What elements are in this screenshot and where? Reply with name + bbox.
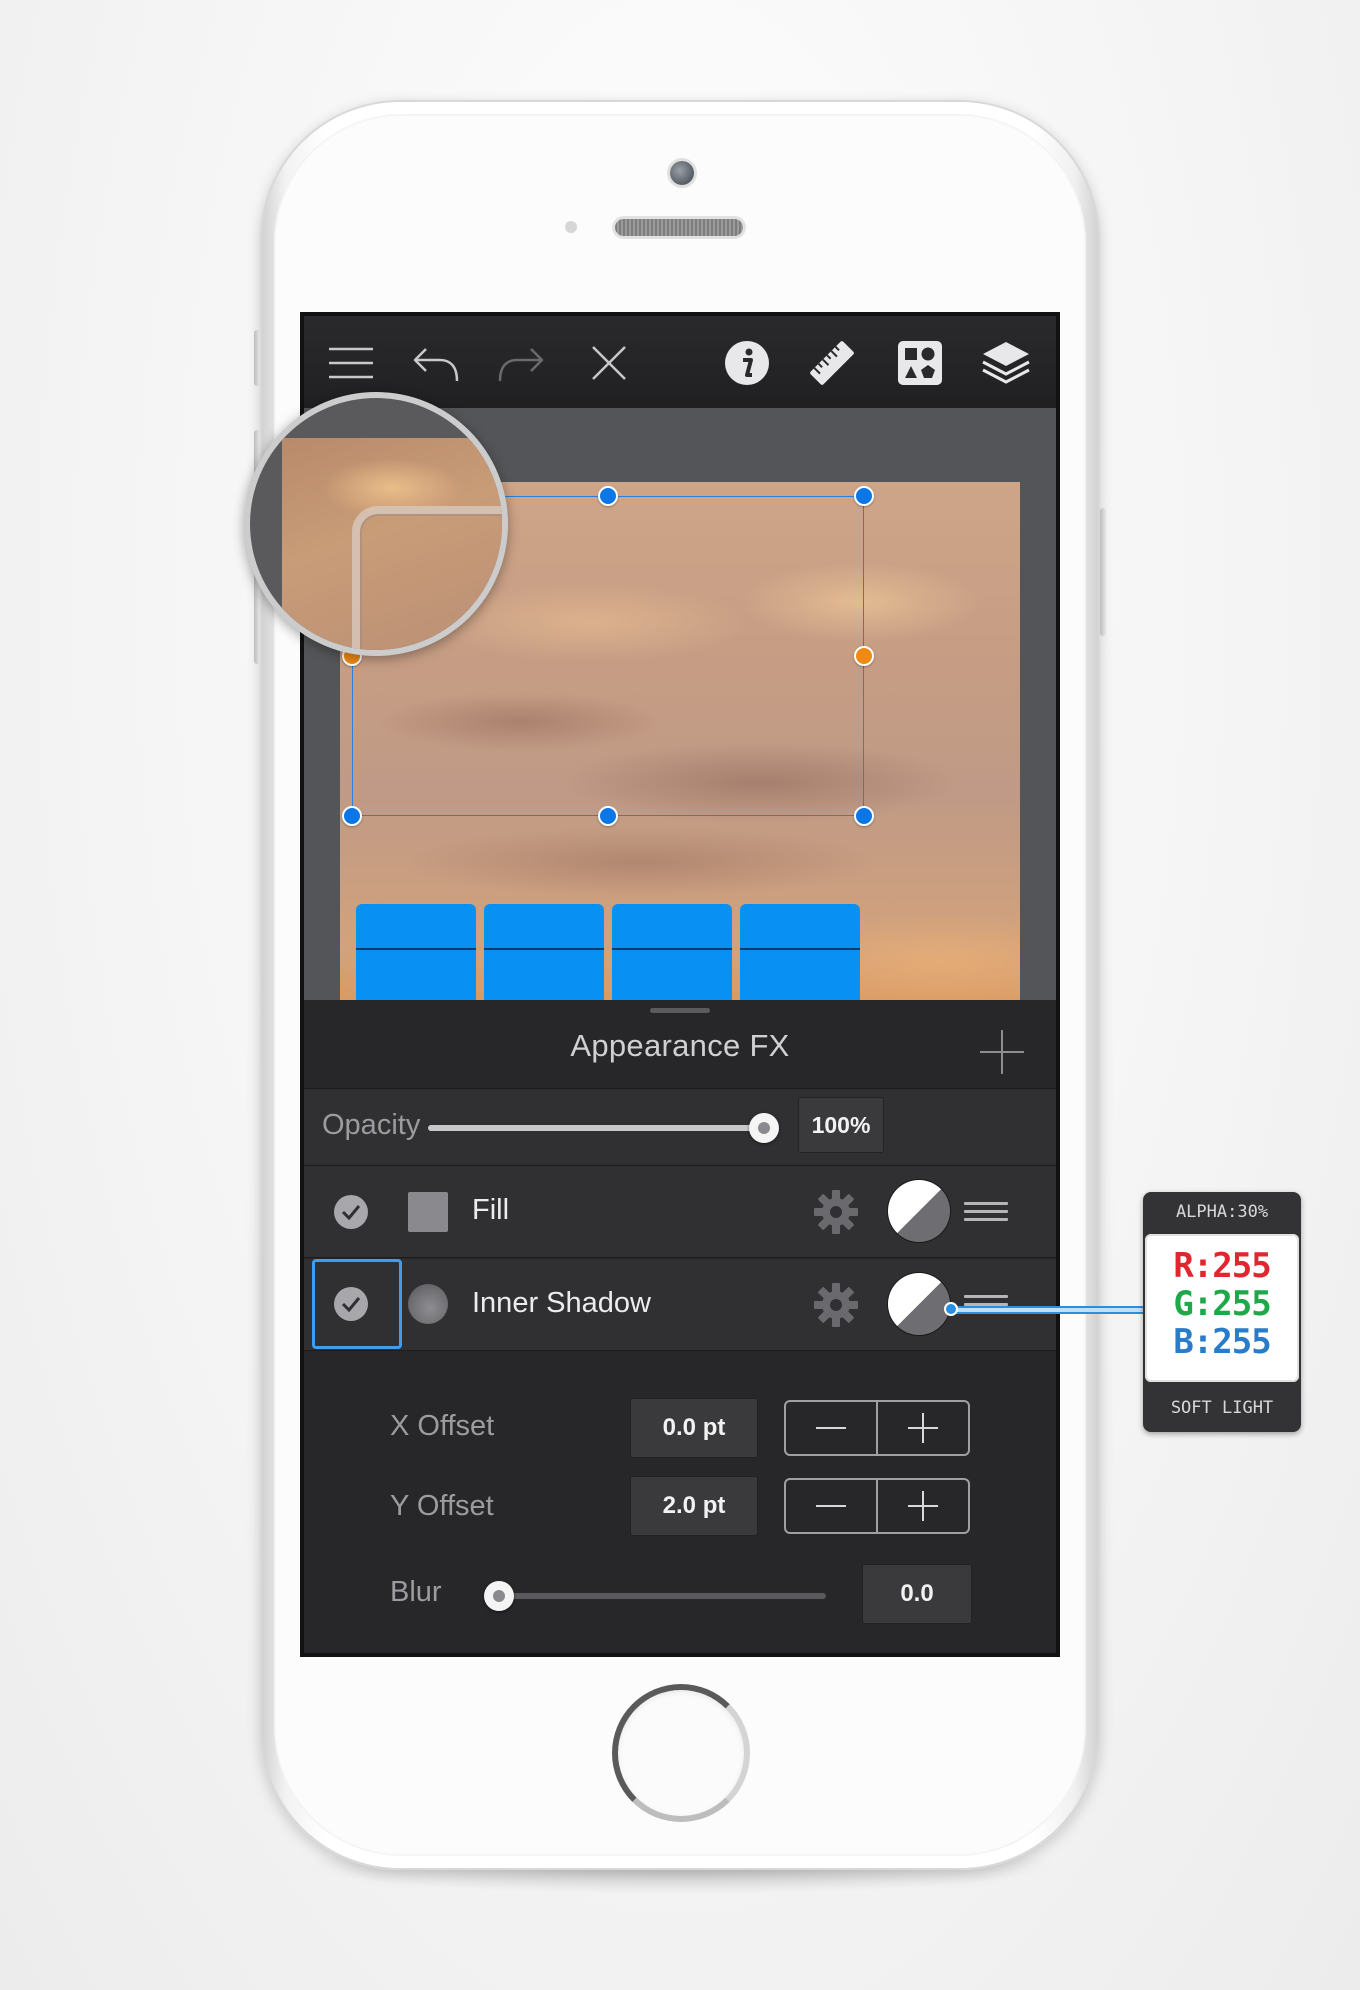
inner-shadow-swatch[interactable] [408, 1284, 448, 1324]
panel-grabber[interactable] [650, 1008, 710, 1013]
power-button [1100, 508, 1106, 636]
blue-button-shape[interactable] [484, 904, 604, 1000]
callout-red-value: R:255 [1173, 1246, 1271, 1286]
blur-label: Blur [390, 1576, 442, 1608]
blue-button-shape[interactable] [356, 904, 476, 1000]
x-offset-label: X Offset [390, 1410, 495, 1442]
front-camera [670, 161, 694, 185]
callout-blend-mode: SOFT LIGHT [1170, 1398, 1274, 1418]
top-toolbar [304, 316, 1056, 408]
callout-alpha: ALPHA:30% [1175, 1202, 1269, 1222]
blue-button-shape[interactable] [612, 904, 732, 1000]
x-offset-increment-button[interactable] [878, 1402, 968, 1454]
mute-switch [254, 330, 260, 386]
opacity-slider-knob[interactable] [749, 1113, 779, 1143]
corner-radius-handle-right[interactable] [854, 646, 874, 666]
fill-blend-mode-icon[interactable] [888, 1180, 950, 1242]
close-icon[interactable] [584, 338, 634, 388]
gear-icon[interactable] [812, 1281, 860, 1329]
ruler-icon[interactable] [807, 338, 857, 388]
opacity-slider-track[interactable] [428, 1125, 774, 1131]
appearance-panel: Appearance FX Opacity 100% Fill Inner Sh… [304, 1000, 1056, 1653]
shapes-icon[interactable] [895, 338, 945, 388]
checkmark-icon [341, 1297, 361, 1312]
color-callout: ALPHA:30% R:255 G:255 B:255 SOFT LIGHT [1143, 1192, 1301, 1432]
y-offset-value-field[interactable]: 2.0 pt [630, 1476, 758, 1536]
blur-slider-knob[interactable] [484, 1581, 514, 1611]
x-offset-stepper [784, 1400, 970, 1456]
redo-icon[interactable] [496, 338, 546, 388]
gear-icon[interactable] [812, 1188, 860, 1236]
magnifier-loupe [244, 392, 508, 656]
undo-icon[interactable] [411, 338, 461, 388]
inner-shadow-enabled-checkbox[interactable] [334, 1287, 368, 1321]
opacity-label: Opacity [322, 1109, 421, 1141]
info-icon[interactable] [722, 338, 772, 388]
callout-blue-value: B:255 [1173, 1322, 1271, 1362]
add-effect-button[interactable] [980, 1030, 1024, 1074]
resize-handle-bottom-left[interactable] [342, 806, 362, 826]
x-offset-value-field[interactable]: 0.0 pt [630, 1398, 758, 1458]
checkmark-icon [341, 1205, 361, 1220]
blur-slider-track[interactable] [496, 1593, 826, 1599]
resize-handle-bottom-right[interactable] [854, 806, 874, 826]
layers-icon[interactable] [981, 338, 1031, 388]
inner-shadow-label: Inner Shadow [472, 1287, 651, 1319]
opacity-row: Opacity 100% [304, 1088, 1056, 1166]
resize-handle-bottom-center[interactable] [598, 806, 618, 826]
y-offset-increment-button[interactable] [878, 1480, 968, 1532]
y-offset-decrement-button[interactable] [786, 1480, 876, 1532]
resize-handle-top-right[interactable] [854, 486, 874, 506]
effect-row-inner-shadow[interactable]: Inner Shadow [304, 1259, 1056, 1351]
x-offset-decrement-button[interactable] [786, 1402, 876, 1454]
menu-icon[interactable] [326, 338, 376, 388]
effect-row-fill[interactable]: Fill [304, 1166, 1056, 1258]
fill-label: Fill [472, 1194, 510, 1226]
callout-connector [950, 1306, 1146, 1314]
blue-button-shape[interactable] [740, 904, 860, 1000]
y-offset-stepper [784, 1478, 970, 1534]
callout-green-value: G:255 [1173, 1284, 1271, 1324]
magnified-inner-shadow-corner [352, 506, 502, 650]
opacity-value-field[interactable]: 100% [798, 1097, 884, 1153]
resize-handle-top-center[interactable] [598, 486, 618, 506]
fill-swatch[interactable] [408, 1192, 448, 1232]
home-button[interactable] [612, 1684, 750, 1822]
callout-anchor-dot [944, 1302, 958, 1316]
y-offset-label: Y Offset [390, 1490, 494, 1522]
panel-title: Appearance FX [570, 1028, 790, 1063]
blur-value-field[interactable]: 0.0 [862, 1564, 972, 1624]
inner-shadow-blend-mode-icon[interactable] [888, 1273, 950, 1335]
callout-color-swatch: R:255 G:255 B:255 [1145, 1234, 1299, 1382]
reorder-handle-icon[interactable] [964, 1202, 1008, 1222]
fill-enabled-checkbox[interactable] [334, 1195, 368, 1229]
proximity-sensor [565, 221, 577, 233]
earpiece-speaker [615, 219, 743, 236]
